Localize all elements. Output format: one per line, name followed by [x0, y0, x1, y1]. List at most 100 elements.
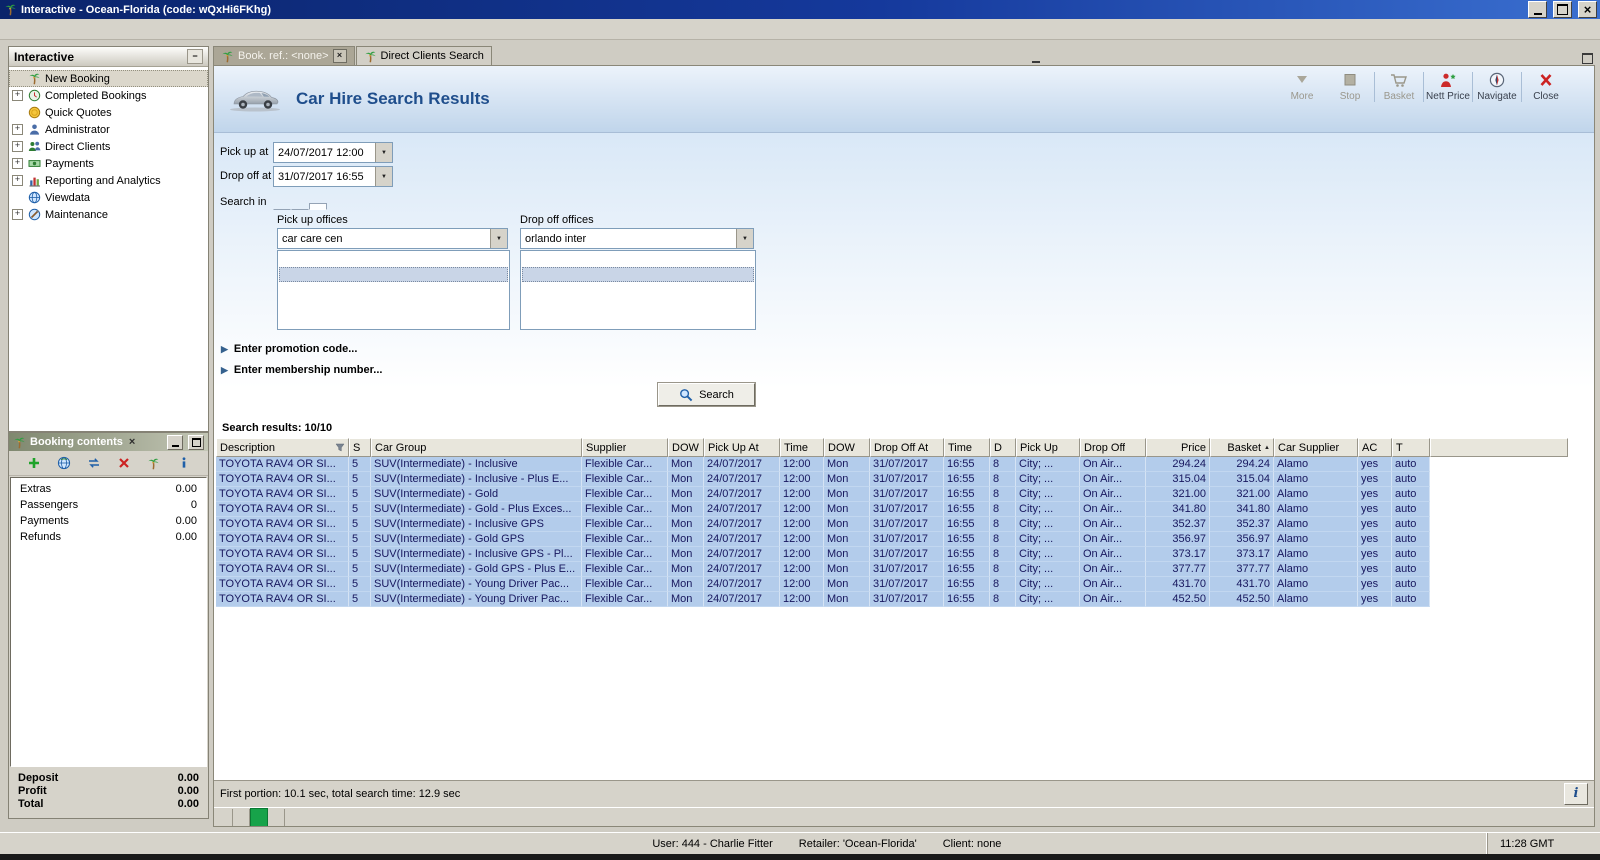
close-panel-icon[interactable]	[127, 437, 137, 448]
membership-number-expander[interactable]: Enter membership number...	[221, 364, 382, 376]
column-description[interactable]: Description	[216, 438, 349, 457]
tab-close-icon[interactable]	[333, 49, 347, 63]
column-pick-up-at[interactable]: Pick Up At	[704, 438, 780, 457]
panel-minimize-button[interactable]	[167, 435, 183, 450]
sidebar-item-payments[interactable]: Payments	[9, 155, 208, 172]
result-row[interactable]: TOYOTA RAV4 OR SI... 5 SUV(Intermediate)…	[216, 487, 1568, 502]
pickup-datetime-combo[interactable]: 24/07/2017 12:00	[273, 142, 393, 163]
toolbar-close[interactable]: Close	[1521, 72, 1570, 102]
world-icon[interactable]	[55, 454, 73, 472]
view-tab-summary[interactable]	[216, 809, 233, 826]
column-item[interactable]	[1430, 438, 1568, 457]
result-row[interactable]: TOYOTA RAV4 OR SI... 5 SUV(Intermediate)…	[216, 547, 1568, 562]
expand-plus-icon[interactable]	[12, 158, 23, 169]
column-supplier[interactable]: Supplier	[582, 438, 668, 457]
menu-help[interactable]	[38, 27, 56, 32]
collapse-panel-button[interactable]	[187, 49, 203, 64]
navigation-panel: Interactive New Booking Completed Bookin…	[8, 46, 209, 432]
expand-plus-icon[interactable]	[12, 124, 23, 135]
result-row[interactable]: TOYOTA RAV4 OR SI... 5 SUV(Intermediate)…	[216, 472, 1568, 487]
view-tab-search[interactable]	[233, 809, 250, 826]
column-d[interactable]: D	[990, 438, 1016, 457]
delete-icon[interactable]	[115, 454, 133, 472]
cell-dropoff-time: 16:55	[944, 502, 990, 517]
expand-plus-icon[interactable]	[12, 209, 23, 220]
sidebar-item-administrator[interactable]: Administrator	[9, 121, 208, 138]
pickup-office-combo[interactable]: car care cen	[277, 228, 508, 249]
sidebar-item-viewdata[interactable]: Viewdata	[9, 189, 208, 206]
sidebar-item-maintenance[interactable]: Maintenance	[9, 206, 208, 223]
expand-plus-icon[interactable]	[12, 90, 23, 101]
info-button[interactable]	[1564, 783, 1588, 805]
sidebar-item-completed-bookings[interactable]: Completed Bookings	[9, 87, 208, 104]
menu-logs[interactable]	[20, 27, 38, 32]
document-maximize-button[interactable]	[1580, 51, 1595, 65]
add-icon[interactable]	[25, 454, 43, 472]
column-drop-off[interactable]: Drop Off	[1080, 438, 1146, 457]
close-button[interactable]	[1578, 1, 1597, 18]
info-icon[interactable]	[175, 454, 193, 472]
document-minimize-button[interactable]	[1028, 51, 1043, 65]
search-in-tab-drop-off-offices[interactable]	[309, 203, 327, 210]
search-in-tab-airports[interactable]	[273, 203, 291, 210]
palm-icon[interactable]	[145, 454, 163, 472]
column-s[interactable]: S	[349, 438, 371, 457]
column-time[interactable]: Time	[780, 438, 824, 457]
sidebar-item-direct-clients[interactable]: Direct Clients	[9, 138, 208, 155]
office-option[interactable]	[522, 252, 754, 267]
dropdown-arrow-icon[interactable]	[490, 229, 507, 248]
dropdown-arrow-icon[interactable]	[375, 143, 392, 162]
search-in-tab-offices[interactable]	[291, 203, 309, 210]
result-row[interactable]: TOYOTA RAV4 OR SI... 5 SUV(Intermediate)…	[216, 532, 1568, 547]
search-button[interactable]: Search	[658, 383, 755, 406]
cell-transmission: auto	[1392, 502, 1430, 517]
tab-direct-clients-search[interactable]: Direct Clients Search	[356, 46, 492, 65]
column-t[interactable]: T	[1392, 438, 1430, 457]
minimize-button[interactable]	[1528, 1, 1547, 18]
view-tab-car[interactable]	[250, 808, 268, 827]
toolbar-stop[interactable]: Stop	[1326, 72, 1374, 102]
filter-icon[interactable]	[335, 443, 345, 452]
column-time[interactable]: Time	[944, 438, 990, 457]
toolbar-more[interactable]: More	[1278, 72, 1326, 102]
tab-book-ref-none[interactable]: Book. ref.: <none>	[213, 46, 355, 65]
office-option[interactable]	[279, 252, 508, 267]
column-basket[interactable]: Basket	[1210, 438, 1274, 457]
sidebar-item-reporting-and-analytics[interactable]: Reporting and Analytics	[9, 172, 208, 189]
column-drop-off-at[interactable]: Drop Off At	[870, 438, 944, 457]
dropoff-datetime-combo[interactable]: 31/07/2017 16:55	[273, 166, 393, 187]
office-option[interactable]	[522, 267, 754, 282]
column-price[interactable]: Price	[1146, 438, 1210, 457]
result-row[interactable]: TOYOTA RAV4 OR SI... 5 SUV(Intermediate)…	[216, 517, 1568, 532]
sidebar-item-new-booking[interactable]: New Booking	[9, 70, 208, 87]
expand-plus-icon[interactable]	[12, 141, 23, 152]
toolbar-navigate[interactable]: Navigate	[1472, 72, 1521, 102]
expand-plus-icon[interactable]	[12, 175, 23, 186]
result-row[interactable]: TOYOTA RAV4 OR SI... 5 SUV(Intermediate)…	[216, 502, 1568, 517]
sidebar-item-quick-quotes[interactable]: Quick Quotes	[9, 104, 208, 121]
office-option[interactable]	[279, 267, 508, 282]
menu-options[interactable]	[2, 27, 20, 32]
column-dow[interactable]: DOW	[824, 438, 870, 457]
panel-maximize-button[interactable]	[188, 435, 204, 450]
result-row[interactable]: TOYOTA RAV4 OR SI... 5 SUV(Intermediate)…	[216, 577, 1568, 592]
promotion-code-expander[interactable]: Enter promotion code...	[221, 343, 357, 355]
column-car-supplier[interactable]: Car Supplier	[1274, 438, 1358, 457]
column-ac[interactable]: AC	[1358, 438, 1392, 457]
maximize-button[interactable]	[1553, 1, 1572, 18]
result-row[interactable]: TOYOTA RAV4 OR SI... 5 SUV(Intermediate)…	[216, 592, 1568, 607]
column-dow[interactable]: DOW	[668, 438, 704, 457]
toolbar-basket[interactable]: Basket	[1374, 72, 1423, 102]
booking-contents-header[interactable]: Booking contents	[9, 433, 208, 451]
column-pick-up[interactable]: Pick Up	[1016, 438, 1080, 457]
dropdown-arrow-icon[interactable]	[736, 229, 753, 248]
toolbar-nett-price[interactable]: Nett Price	[1423, 72, 1472, 102]
column-car-group[interactable]: Car Group	[371, 438, 582, 457]
dropdown-arrow-icon[interactable]	[375, 167, 392, 186]
view-tab-financial-summary[interactable]	[268, 809, 285, 826]
title-bar[interactable]: Interactive - Ocean-Florida (code: wQxHi…	[0, 0, 1600, 19]
result-row[interactable]: TOYOTA RAV4 OR SI... 5 SUV(Intermediate)…	[216, 457, 1568, 472]
result-row[interactable]: TOYOTA RAV4 OR SI... 5 SUV(Intermediate)…	[216, 562, 1568, 577]
transfer-icon[interactable]	[85, 454, 103, 472]
dropoff-office-combo[interactable]: orlando inter	[520, 228, 754, 249]
